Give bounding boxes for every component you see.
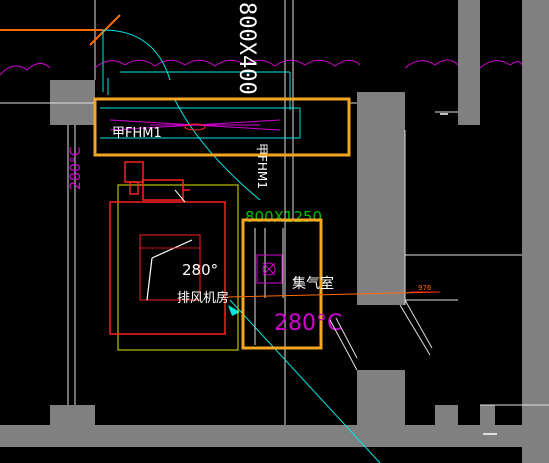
wall-far-right-top [458,0,480,125]
exhaust-fan-room: 280° 排风机房 [109,161,239,351]
motor-icon [124,161,190,201]
magenta-scallop-line [0,59,523,76]
door-label-right: 甲FHM1 [255,143,269,189]
side-temperature-label: 280°C [68,146,84,190]
wall-right-column [357,92,405,447]
dimension-label-vertical: 800X400 [234,2,259,95]
duct-size-label: 800X1250 [245,208,322,226]
walls [0,0,549,463]
plenum-label: 集气室 [292,275,334,292]
fan-room-outline-yellow [117,184,239,351]
fire-valve-icon [256,254,283,284]
plenum: 集气室 280°C [241,218,342,350]
orange-duct-marker [0,14,121,46]
elevation-leader: 976 [227,284,441,298]
wall-far-right-mid [458,125,480,425]
wall-bottom-left-block [50,405,95,447]
elevation-label: 976 [418,284,432,292]
wall-far-right-outer [522,0,549,463]
door-label-top: 甲FHM1 [112,126,162,141]
fan-temperature-label: 280° [182,261,218,279]
cad-drawing-canvas: 甲FHM1 800X400 280°C 甲FHM1 800X1250 280° … [0,0,549,463]
wall-right-column-notch [357,305,405,370]
fan-room-label: 排风机房 [177,290,229,306]
